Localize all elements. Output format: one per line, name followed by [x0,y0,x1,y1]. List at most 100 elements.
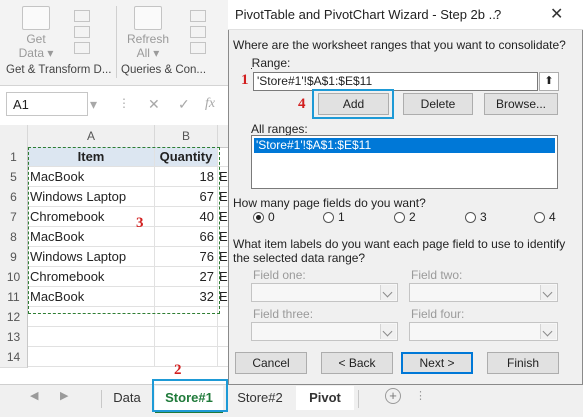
edit-links-icon[interactable] [190,42,206,54]
range-input[interactable]: 'Store#1'!$A$1:$E$11 [253,72,538,91]
tab-pivot[interactable]: Pivot [296,386,354,410]
row-header[interactable]: 11 [0,287,28,308]
recent-sources-icon[interactable] [74,26,90,38]
cell-quantity[interactable] [155,307,218,327]
dialog-title: PivotTable and PivotChart Wizard - Step … [235,7,500,22]
cell-quantity[interactable] [155,327,218,347]
tab-store1[interactable]: Store#1 [155,386,223,413]
chevron-down-icon [540,324,556,339]
get-data-button[interactable]: Get Data ▾ [12,6,60,60]
field-two-combo[interactable] [409,283,558,302]
field-two-label: Field two: [411,268,463,282]
column-header-b[interactable]: B [155,125,218,148]
group-get-transform-label: Get & Transform D... [6,64,112,76]
cell-quantity[interactable]: 27 [155,267,218,287]
row-header[interactable]: 6 [0,187,28,208]
cell-quantity[interactable]: 66 [155,227,218,247]
cell-overflow[interactable] [218,347,228,367]
refresh-all-button[interactable]: Refresh All ▾ [124,6,172,60]
cell-overflow[interactable]: E [218,267,228,287]
row-header[interactable]: 12 [0,307,28,328]
cell-item[interactable]: Chromebook [28,267,155,287]
add-button[interactable]: Add [318,93,389,115]
page-fields-question: How many page fields do you want? [233,196,426,210]
tab-scroll-right-icon[interactable]: ▶ [60,389,68,402]
collapse-dialog-icon[interactable]: ⬆ [539,72,559,91]
back-button[interactable]: < Back [321,352,393,374]
cell-item[interactable]: Item [28,147,155,167]
close-icon[interactable]: ✕ [550,4,563,24]
chevron-down-icon [380,285,396,300]
row-header[interactable]: 1 [0,147,28,168]
row-header[interactable]: 10 [0,267,28,288]
existing-connections-icon[interactable] [74,42,90,54]
browse-button[interactable]: Browse... [484,93,558,115]
row-header[interactable]: 5 [0,167,28,188]
column-header-a[interactable]: A [28,125,155,148]
cell-overflow[interactable]: E [218,187,228,207]
chevron-down-icon [380,324,396,339]
cancel-formula-icon[interactable]: ✕ [148,96,160,113]
delete-button[interactable]: Delete [403,93,473,115]
sheet-options-icon[interactable]: ⋮ [415,389,426,402]
cancel-button[interactable]: Cancel [235,352,307,374]
cell-overflow[interactable]: E [218,227,228,247]
column-header-c[interactable] [218,125,228,148]
page-fields-radio-0[interactable] [253,212,264,223]
row-header[interactable]: 13 [0,327,28,348]
row-header[interactable]: 9 [0,247,28,268]
tab-scroll-left-icon[interactable]: ◀ [30,389,38,402]
table-icon[interactable] [74,10,90,22]
properties-icon[interactable] [190,26,206,38]
cell-overflow[interactable]: E [218,287,228,307]
cell-quantity[interactable]: 18 [155,167,218,187]
tab-store2[interactable]: Store#2 [228,386,292,410]
cell-item[interactable]: MacBook [28,287,155,307]
all-ranges-item[interactable]: 'Store#1'!$A$1:$E$11 [254,138,555,153]
cell-quantity[interactable]: 67 [155,187,218,207]
cell-item[interactable] [28,327,155,347]
page-fields-radio-4[interactable] [534,212,545,223]
name-box[interactable]: A1 [6,92,88,116]
labels-question-line-1: What item labels do you want each page f… [233,237,566,251]
cell-quantity[interactable]: 40 [155,207,218,227]
all-ranges-label: All ranges: [251,122,308,136]
tab-data[interactable]: Data [104,386,150,410]
field-three-label: Field three: [253,307,314,321]
row-header[interactable]: 8 [0,227,28,248]
select-all-corner[interactable] [0,125,28,148]
all-ranges-list[interactable]: 'Store#1'!$A$1:$E$11 [251,135,558,189]
cell-item[interactable]: Windows Laptop [28,187,155,207]
cell-overflow[interactable]: E [218,167,228,187]
field-four-combo[interactable] [409,322,558,341]
page-fields-radio-1[interactable] [323,212,334,223]
refresh-icon [134,6,162,30]
page-fields-radio-3[interactable] [465,212,476,223]
cell-quantity[interactable]: 76 [155,247,218,267]
cell-item[interactable] [28,347,155,367]
page-fields-radio-2[interactable] [394,212,405,223]
cell-quantity[interactable]: 32 [155,287,218,307]
cell-overflow[interactable] [218,307,228,327]
cell-overflow[interactable]: E [218,247,228,267]
field-three-combo[interactable] [251,322,398,341]
cell-quantity[interactable]: Quantity [155,147,218,167]
cell-overflow[interactable] [218,327,228,347]
cell-item[interactable]: MacBook [28,167,155,187]
cell-item[interactable] [28,307,155,327]
field-one-combo[interactable] [251,283,398,302]
cell-overflow[interactable]: E [218,207,228,227]
cell-quantity[interactable] [155,347,218,367]
cell-item[interactable]: Windows Laptop [28,247,155,267]
row-header[interactable]: 7 [0,207,28,228]
add-sheet-icon[interactable]: + [385,388,401,404]
finish-button[interactable]: Finish [487,352,559,374]
next-button[interactable]: Next > [401,352,473,374]
help-icon[interactable]: ? [494,7,501,22]
enter-formula-icon[interactable]: ✓ [178,96,190,113]
name-box-dropdown-icon[interactable]: ▾ [90,96,97,113]
cell-overflow[interactable] [218,147,228,167]
insert-function-icon[interactable]: fx [205,96,215,112]
queries-icon[interactable] [190,10,206,22]
row-header[interactable]: 14 [0,347,28,368]
